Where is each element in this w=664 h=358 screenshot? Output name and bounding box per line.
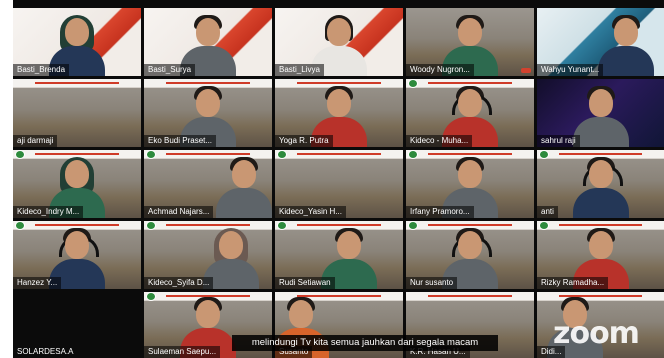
participant-name: Wahyu Yunant... (537, 64, 604, 76)
participant-name: Basti_Surya (144, 64, 196, 76)
participant-name: Sulaeman Saepu... (144, 346, 221, 358)
participant-tile-active-speaker[interactable]: Woody Nugron... (406, 8, 534, 76)
participant-name: Hanzez Y... (13, 277, 62, 289)
participant-video (572, 156, 629, 218)
participant-tile[interactable]: Rudi Setiawan (275, 221, 403, 289)
participant-tile[interactable]: Nur susanto (406, 221, 534, 289)
participant-video (597, 14, 654, 76)
participant-name: Achmad Najars... (144, 206, 214, 218)
participant-name: Basti_Brenda (13, 64, 70, 76)
live-caption: melindungi Tv kita semua jauhkan dari se… (232, 335, 498, 351)
participant-name: sahrul raji (537, 135, 580, 147)
participant-tile[interactable]: aji darmaji (13, 79, 141, 147)
participant-tile[interactable]: Kideco_Yasin H... (275, 150, 403, 218)
participant-name: Kideco_Syifa D... (144, 277, 214, 289)
participant-name: SOLARDESA.A (17, 347, 74, 356)
company-logo-icon (521, 68, 531, 73)
participant-tile[interactable]: Kideco - Muha... (406, 79, 534, 147)
participant-name: Eko Budi Praset... (144, 135, 217, 147)
participant-tile[interactable]: Irfany Pramoro... (406, 150, 534, 218)
participant-name: Kideco_Indry M... (13, 206, 84, 218)
participant-tile[interactable]: SOLARDESA.A (13, 292, 141, 358)
participant-tile[interactable]: Eko Budi Praset... (144, 79, 272, 147)
participant-name: Rizky Ramadha... (537, 277, 609, 289)
participant-name: Basti_Livya (275, 64, 324, 76)
participant-tile[interactable]: sahrul raji (537, 79, 664, 147)
participant-tile[interactable]: Kideco_Indry M... (13, 150, 141, 218)
participant-video (572, 85, 629, 147)
participant-name: Yoga R. Putra (275, 135, 333, 147)
participant-name: Woody Nugron... (406, 64, 474, 76)
participant-name: Nur susanto (406, 277, 458, 289)
participant-tile[interactable]: Kideco_Syifa D... (144, 221, 272, 289)
participant-name: Rudi Setiawan (275, 277, 335, 289)
gallery-view: Basti_Brenda Basti_Surya Basti_Livya Woo… (13, 0, 664, 358)
participant-name: Kideco - Muha... (406, 135, 473, 147)
participant-tile[interactable]: Basti_Brenda (13, 8, 141, 76)
participant-name: aji darmaji (13, 135, 58, 147)
participant-name: Kideco_Yasin H... (275, 206, 346, 218)
zoom-logo: zoom (553, 316, 640, 351)
participant-tile[interactable]: Achmad Najars... (144, 150, 272, 218)
participant-tile[interactable]: Rizky Ramadha... (537, 221, 664, 289)
zoom-meeting-window: Basti_Brenda Basti_Surya Basti_Livya Woo… (0, 0, 664, 358)
participant-name: anti (537, 206, 558, 218)
participant-tile[interactable]: Basti_Livya (275, 8, 403, 76)
participant-video (215, 156, 272, 218)
participant-name: Irfany Pramoro... (406, 206, 474, 218)
participant-tile[interactable]: Basti_Surya (144, 8, 272, 76)
participant-tile[interactable]: Wahyu Yunant... (537, 8, 664, 76)
participant-tile[interactable]: anti (537, 150, 664, 218)
participant-tile[interactable]: Hanzez Y... (13, 221, 141, 289)
participant-tile[interactable]: Yoga R. Putra (275, 79, 403, 147)
